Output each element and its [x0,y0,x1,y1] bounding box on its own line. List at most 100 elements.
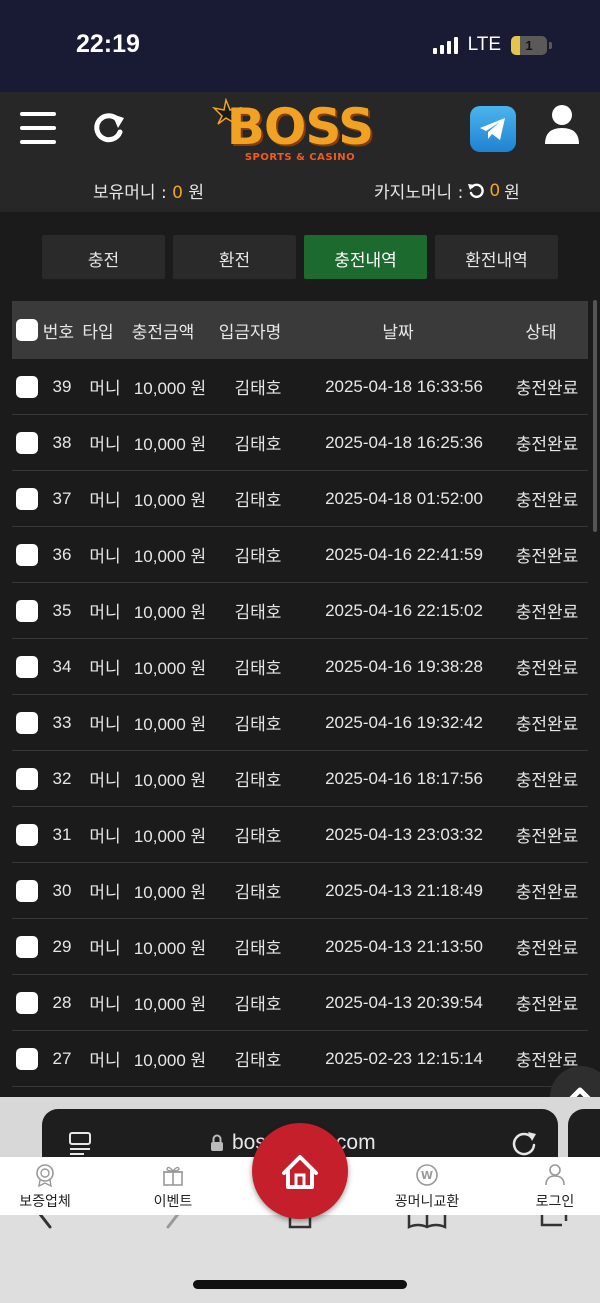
casino-refresh-icon[interactable] [467,182,485,200]
refresh-icon[interactable] [88,108,128,148]
tab-charge-history[interactable]: 충전내역 [304,235,427,281]
tab-exchange[interactable]: 환전 [173,235,296,281]
row-checkbox[interactable] [16,767,38,790]
lock-icon [211,1134,223,1151]
table-body: 39 머니 10,000 원 김태호 2025-04-18 16:33:56 충전완료 38… [12,359,588,1087]
table-row[interactable]: 39 머니 10,000 원 김태호 2025-04-18 16:33:56 충전완료 [12,359,588,415]
cell-no: 36 [52,544,72,564]
cell-status: 충전완료 [515,715,579,734]
nav-login[interactable]: 로그인 [510,1163,600,1211]
cell-no: 29 [52,936,72,956]
cell-no: 37 [52,488,72,508]
telegram-icon[interactable] [470,106,516,152]
cell-depositor: 김태호 [234,827,282,846]
cell-amount: 10,000 원 [133,547,207,566]
cell-depositor: 김태호 [234,1051,282,1070]
cell-status: 충전완료 [515,603,579,622]
won-coin-icon: W [416,1164,438,1186]
cell-date: 2025-04-16 18:17:56 [325,768,483,788]
row-checkbox[interactable] [16,823,38,846]
row-checkbox[interactable] [16,487,38,510]
table-row[interactable]: 31 머니 10,000 원 김태호 2025-04-13 23:03:32 충전완료 [12,807,588,863]
tab-charge[interactable]: 충전 [42,235,165,281]
svg-text:W: W [421,1169,433,1182]
table-row[interactable]: 30 머니 10,000 원 김태호 2025-04-13 21:18:49 충전완료 [12,863,588,919]
cell-amount: 10,000 원 [133,771,207,790]
logo-text: BOSS [226,98,374,156]
cell-depositor: 김태호 [234,995,282,1014]
nav-label-free-money: 꽁머니교환 [394,1194,460,1210]
row-checkbox[interactable] [16,655,38,678]
cell-no: 32 [52,768,72,788]
user-profile-icon[interactable] [543,104,581,146]
casino-balance-label: 카지노머니 : [374,183,464,203]
cell-no: 34 [52,656,72,676]
row-checkbox[interactable] [16,431,38,454]
cell-amount: 10,000 원 [133,603,207,622]
table-row[interactable]: 35 머니 10,000 원 김태호 2025-04-16 22:15:02 충전완료 [12,583,588,639]
cell-date: 2025-02-23 12:15:14 [325,1048,483,1068]
cell-amount: 10,000 원 [133,827,207,846]
cell-no: 39 [52,376,72,396]
row-checkbox[interactable] [16,375,38,398]
row-checkbox[interactable] [16,711,38,734]
tab-exchange-history[interactable]: 환전내역 [435,235,558,281]
cell-date: 2025-04-16 22:41:59 [325,544,483,564]
row-checkbox[interactable] [16,991,38,1014]
cell-status: 충전완료 [515,827,579,846]
boss-logo[interactable]: BOSS SPORTS & CASINO [212,98,388,168]
col-header-no: 번호 [42,322,74,343]
battery-level: 1 [525,37,533,53]
row-checkbox[interactable] [16,935,38,958]
cell-type: 머니 [89,827,121,846]
cell-amount: 10,000 원 [133,995,207,1014]
balance-display: 보유머니 : 0 원 [93,178,204,203]
table-row[interactable]: 29 머니 10,000 원 김태호 2025-04-13 21:13:50 충전완료 [12,919,588,975]
user-icon [545,1164,565,1186]
row-checkbox[interactable] [16,879,38,902]
row-checkbox[interactable] [16,1047,38,1070]
nav-guarantee[interactable]: 보증업체 [0,1163,90,1211]
cell-status: 충전완료 [515,995,579,1014]
cell-type: 머니 [89,435,121,454]
status-time: 22:19 [76,30,140,58]
table-row[interactable]: 28 머니 10,000 원 김태호 2025-04-13 20:39:54 충전완료 [12,975,588,1031]
cell-depositor: 김태호 [234,939,282,958]
home-indicator[interactable] [193,1280,407,1289]
table-row[interactable]: 36 머니 10,000 원 김태호 2025-04-16 22:41:59 충전완료 [12,527,588,583]
cell-status: 충전완료 [515,491,579,510]
nav-event[interactable]: 이벤트 [128,1163,218,1211]
hamburger-menu-icon[interactable] [20,112,56,144]
reader-icon[interactable] [68,1131,92,1157]
status-indicators: LTE 1 [432,34,552,56]
cell-type: 머니 [89,939,121,958]
table-row[interactable]: 34 머니 10,000 원 김태호 2025-04-16 19:38:28 충전완료 [12,639,588,695]
table-row[interactable]: 33 머니 10,000 원 김태호 2025-04-16 19:32:42 충전완료 [12,695,588,751]
table-row[interactable]: 38 머니 10,000 원 김태호 2025-04-18 16:25:36 충전완료 [12,415,588,471]
cell-depositor: 김태호 [234,603,282,622]
cell-amount: 10,000 원 [133,379,207,398]
cell-amount: 10,000 원 [133,939,207,958]
cell-date: 2025-04-18 16:33:56 [325,376,483,396]
cell-no: 31 [52,824,72,844]
cell-amount: 10,000 원 [133,435,207,454]
table-row[interactable]: 37 머니 10,000 원 김태호 2025-04-18 01:52:00 충전완료 [12,471,588,527]
cell-amount: 10,000 원 [133,883,207,902]
cell-status: 충전완료 [515,435,579,454]
logo-subtitle: SPORTS & CASINO [244,152,356,163]
cell-amount: 10,000 원 [133,1051,207,1070]
cell-depositor: 김태호 [234,715,282,734]
select-all-checkbox[interactable] [16,319,38,341]
battery-icon: 1 [511,35,547,55]
cell-type: 머니 [89,659,121,678]
reload-icon[interactable] [510,1129,538,1157]
tab-bar: 충전 환전 충전내역 환전내역 [42,235,558,281]
page-scrollbar[interactable] [593,300,597,532]
cell-date: 2025-04-16 19:38:28 [325,656,483,676]
table-row[interactable]: 32 머니 10,000 원 김태호 2025-04-16 18:17:56 충전완료 [12,751,588,807]
home-button[interactable] [252,1123,348,1219]
row-checkbox[interactable] [16,599,38,622]
table-row[interactable]: 27 머니 10,000 원 김태호 2025-02-23 12:15:14 충전완료 [12,1031,588,1087]
nav-free-money-exchange[interactable]: W 꽁머니교환 [382,1163,472,1211]
row-checkbox[interactable] [16,543,38,566]
